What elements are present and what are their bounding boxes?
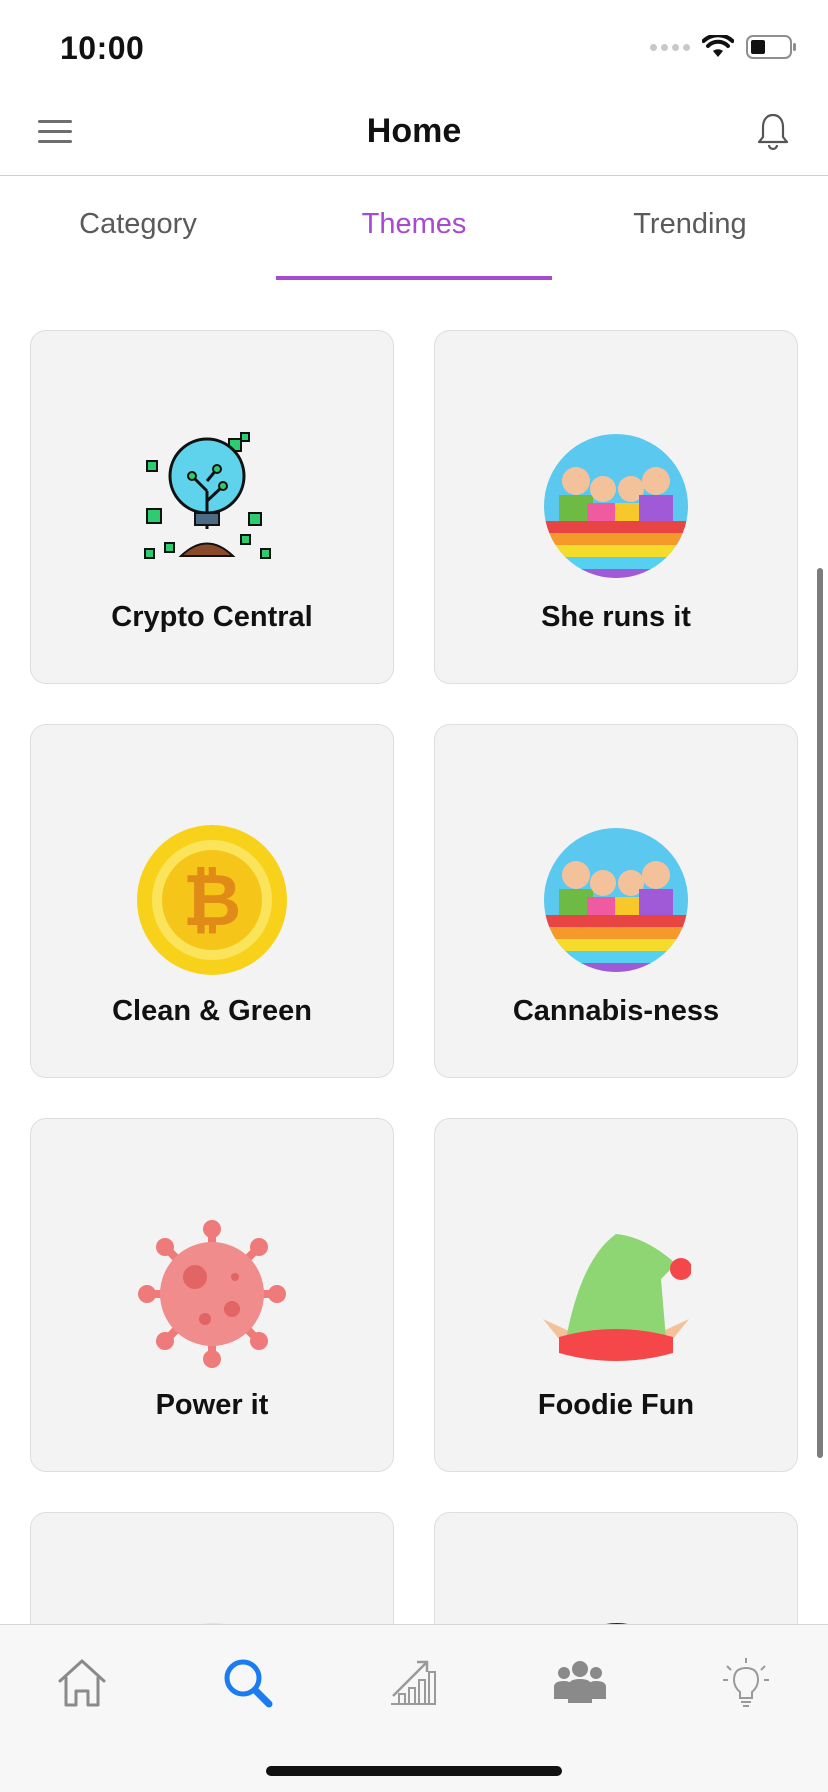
tab-trending[interactable]: Trending — [552, 176, 828, 280]
theme-card-label: Crypto Central — [111, 601, 313, 633]
signal-icon — [650, 43, 690, 51]
theme-card-label: Clean & Green — [112, 995, 312, 1027]
tab-category[interactable]: Category — [0, 176, 276, 280]
bottom-tab-bar — [0, 1624, 828, 1792]
theme-card-she-runs-it[interactable]: She runs it — [434, 330, 798, 684]
people-group-icon — [435, 431, 797, 581]
theme-card-label: Cannabis-ness — [512, 995, 720, 1027]
theme-card-cannabis-ness[interactable]: Cannabis-ness — [434, 724, 798, 1078]
bitcoin-coin-icon: ₿ — [31, 825, 393, 975]
growth-chart-icon — [391, 1660, 436, 1705]
theme-card-partial[interactable] — [434, 1512, 798, 1642]
nav-ideas[interactable] — [716, 1653, 776, 1713]
search-icon — [224, 1659, 273, 1708]
nav-trends[interactable] — [384, 1653, 444, 1713]
group-icon — [554, 1661, 606, 1703]
theme-card-label: She runs it — [541, 601, 691, 633]
virus-icon — [31, 1219, 393, 1369]
theme-card-label: Power it — [155, 1389, 269, 1421]
theme-card-partial[interactable] — [30, 1512, 394, 1642]
tab-themes[interactable]: Themes — [276, 176, 552, 280]
home-icon — [58, 1659, 106, 1707]
elf-hat-icon — [435, 1219, 797, 1369]
nav-bar: Home — [0, 96, 828, 176]
battery-icon — [746, 35, 796, 59]
tab-bar-top: Category Themes Trending — [0, 176, 828, 280]
svg-text:₿: ₿ — [183, 858, 242, 942]
nav-home[interactable] — [52, 1653, 112, 1713]
page-title: Home — [366, 112, 462, 150]
lightbulb-icon — [723, 1658, 769, 1707]
lightbulb-plant-icon — [31, 431, 393, 581]
theme-card-foodie-fun[interactable]: Foodie Fun — [434, 1118, 798, 1472]
theme-card-label: Foodie Fun — [537, 1389, 695, 1421]
theme-card-clean-green[interactable]: ₿ Clean & Green — [30, 724, 394, 1078]
bell-icon[interactable] — [756, 112, 790, 152]
home-indicator — [266, 1766, 562, 1776]
theme-card-power-it[interactable]: Power it — [30, 1118, 394, 1472]
nav-search[interactable] — [218, 1653, 278, 1713]
wifi-icon — [702, 35, 734, 57]
theme-card-crypto-central[interactable]: Crypto Central — [30, 330, 394, 684]
nav-community[interactable] — [550, 1653, 610, 1713]
status-indicators — [650, 34, 798, 60]
status-time: 10:00 — [60, 30, 145, 66]
scrollbar[interactable] — [817, 568, 823, 1458]
status-bar: 10:00 — [0, 0, 828, 96]
people-group-icon — [435, 825, 797, 975]
